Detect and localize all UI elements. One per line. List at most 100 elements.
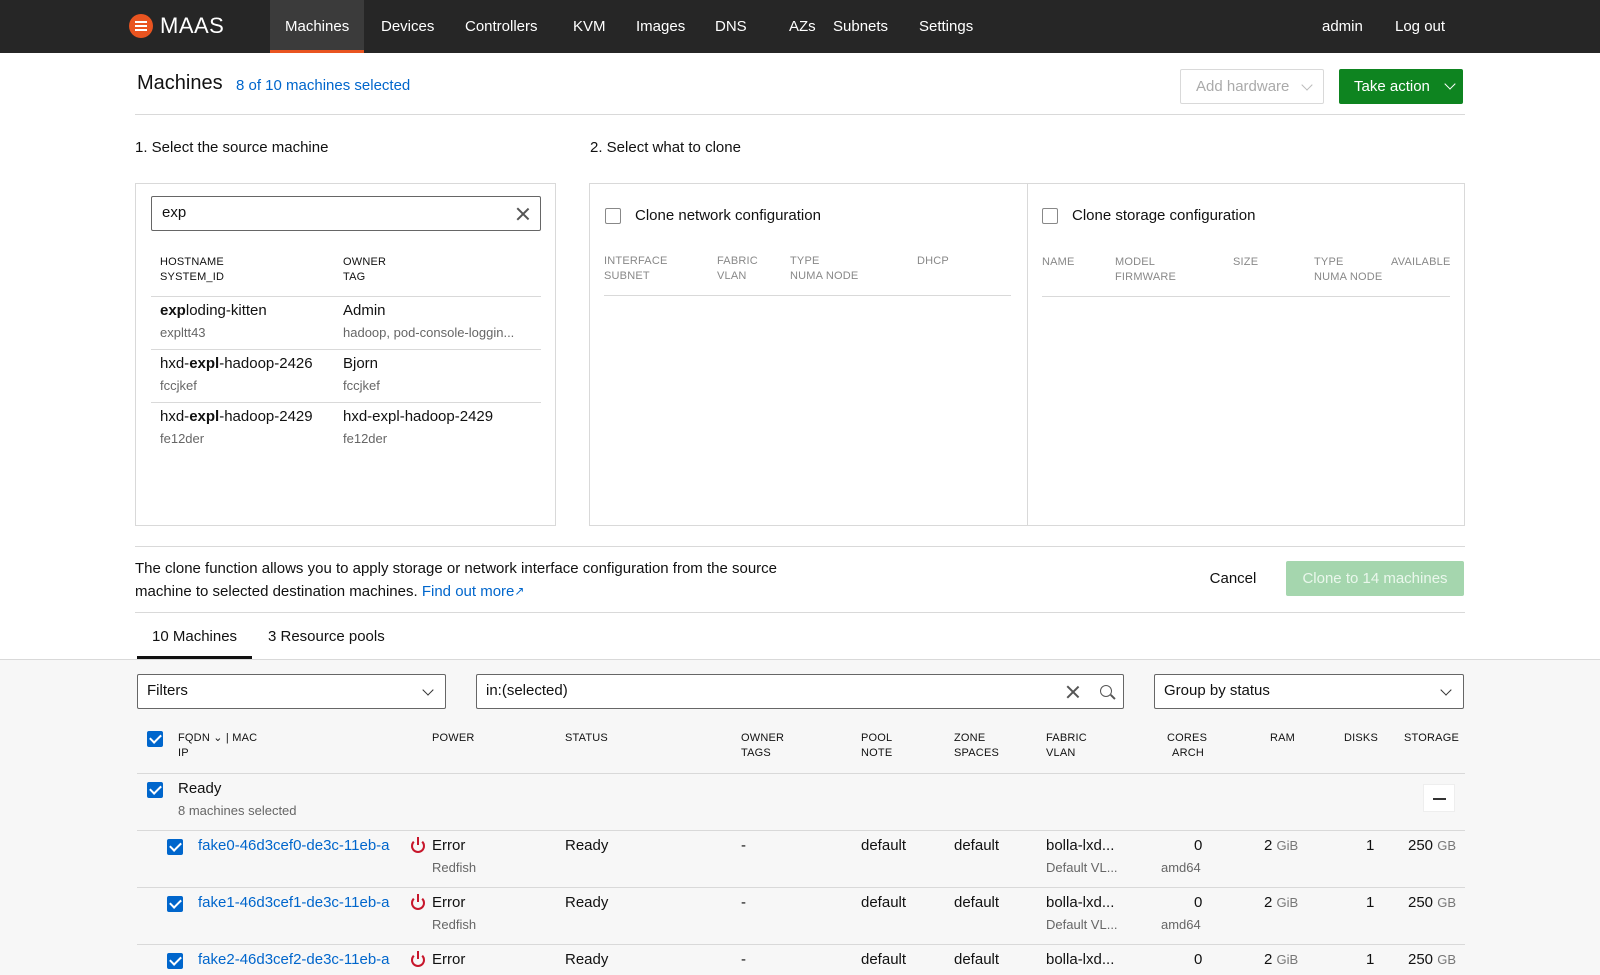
machine-ram: 2 GiB	[1264, 894, 1299, 911]
tab-resource-pools[interactable]: 3 Resource pools	[268, 614, 385, 659]
machine-owner: -	[741, 894, 746, 911]
clone-storage-checkbox[interactable]	[1042, 208, 1058, 224]
clone-network-label[interactable]: Clone network configuration	[635, 207, 821, 224]
maas-logo-icon[interactable]	[129, 14, 153, 38]
group-count: 8 machines selected	[178, 803, 297, 818]
logout-link[interactable]: Log out	[1380, 0, 1460, 53]
machine-disks: 1	[1366, 894, 1375, 911]
machine-status: Ready	[565, 951, 609, 968]
clear-search-icon[interactable]	[1066, 685, 1080, 699]
collapse-group-button[interactable]	[1423, 784, 1455, 812]
step-2-title: 2. Select what to clone	[590, 139, 741, 156]
nav-user[interactable]: admin	[1307, 0, 1378, 53]
header-available: AVAILABLE	[1391, 256, 1451, 268]
source-tag: hadoop, pod-console-loggin...	[343, 325, 515, 340]
header-zone-spaces[interactable]: ZONE SPACES	[954, 731, 999, 761]
chevron-down-icon	[1301, 79, 1313, 91]
power-state: Error	[432, 894, 466, 911]
filters-dropdown[interactable]: Filters	[137, 674, 446, 709]
source-owner: Bjorn	[343, 355, 379, 372]
power-type: Redfish	[432, 917, 477, 932]
header-model: MODEL FIRMWARE	[1115, 256, 1177, 283]
nav-devices[interactable]: Devices	[366, 0, 449, 53]
source-system-id: fe12der	[160, 431, 205, 446]
header-disks[interactable]: DISKS	[1344, 731, 1378, 746]
source-owner: Admin	[343, 302, 386, 319]
machine-search-value: in:(selected)	[486, 682, 568, 699]
take-action-label: Take action	[1354, 78, 1430, 95]
page-title: Machines	[137, 72, 223, 94]
machine-vlan: Default VL...	[1046, 860, 1118, 875]
machine-zone[interactable]: default	[954, 894, 999, 911]
header-fabric-vlan[interactable]: FABRIC VLAN	[1046, 731, 1087, 761]
brand-name[interactable]: MAAS	[160, 13, 224, 39]
machine-fqdn-link[interactable]: fake2-46d3cef2-de3c-11eb-a	[198, 951, 390, 968]
source-system-id: expltt43	[160, 325, 206, 340]
machine-fqdn-link[interactable]: fake0-46d3cef0-de3c-11eb-a	[198, 837, 390, 854]
group-ready-checkbox[interactable]	[147, 782, 163, 798]
header-fabric: FABRIC VLAN	[717, 255, 758, 282]
machine-fqdn-link[interactable]: fake1-46d3cef1-de3c-11eb-a	[198, 894, 390, 911]
nav-settings[interactable]: Settings	[904, 0, 988, 53]
row-checkbox[interactable]	[167, 896, 183, 912]
machine-cores: 0	[1194, 951, 1203, 968]
machine-search-input[interactable]: in:(selected)	[476, 674, 1124, 709]
group-name: Ready	[178, 780, 222, 797]
machine-pool[interactable]: default	[861, 894, 906, 911]
clone-info-text: The clone function allows you to apply s…	[135, 560, 778, 600]
tab-machines[interactable]: 10 Machines	[137, 614, 252, 659]
header-cores-arch[interactable]: CORES ARCH	[1167, 731, 1207, 761]
group-by-label: Group by status	[1164, 682, 1270, 699]
row-checkbox[interactable]	[167, 953, 183, 969]
top-navigation: MAAS Machines Devices Controllers KVM Im…	[0, 0, 1600, 53]
source-search-input[interactable]: exp	[151, 196, 541, 231]
find-out-more-link[interactable]: Find out more	[422, 583, 515, 600]
nav-images[interactable]: Images	[621, 0, 700, 53]
nav-controllers[interactable]: Controllers	[450, 0, 553, 53]
header-status[interactable]: STATUS	[565, 731, 608, 746]
nav-machines[interactable]: Machines	[270, 0, 365, 53]
cancel-button[interactable]: Cancel	[1200, 561, 1266, 596]
source-tag: fccjkef	[343, 378, 380, 393]
chevron-down-icon	[1440, 684, 1452, 696]
machine-arch: amd64	[1161, 917, 1201, 932]
power-icon[interactable]	[411, 951, 425, 967]
source-hostname: hxd-expl-hadoop-2426	[160, 355, 313, 372]
machine-zone[interactable]: default	[954, 951, 999, 968]
clone-network-checkbox[interactable]	[605, 208, 621, 224]
search-icon[interactable]	[1100, 685, 1112, 697]
header-power[interactable]: POWER	[432, 731, 475, 746]
power-icon[interactable]	[411, 837, 425, 853]
external-link-icon: ↗	[514, 584, 525, 598]
header-pool-note[interactable]: POOL NOTE	[861, 731, 892, 761]
power-icon[interactable]	[411, 894, 425, 910]
clone-submit-button[interactable]: Clone to 14 machines	[1286, 561, 1464, 596]
header-owner-tags[interactable]: OWNER TAGS	[741, 731, 784, 761]
header-type: TYPE NUMA NODE	[790, 255, 859, 282]
clone-storage-label[interactable]: Clone storage configuration	[1072, 207, 1255, 224]
machine-pool[interactable]: default	[861, 951, 906, 968]
machine-zone[interactable]: default	[954, 837, 999, 854]
add-hardware-button[interactable]: Add hardware	[1180, 69, 1324, 104]
close-icon[interactable]	[516, 207, 530, 221]
header-hostname: HOSTNAME SYSTEM_ID	[160, 256, 225, 283]
header-size: SIZE	[1233, 256, 1259, 268]
header-ram[interactable]: RAM	[1270, 731, 1295, 746]
select-all-checkbox[interactable]	[147, 731, 163, 747]
take-action-button[interactable]: Take action	[1339, 69, 1463, 104]
nav-kvm[interactable]: KVM	[558, 0, 621, 53]
header-fqdn[interactable]: FQDN ⌄ | MAC IP	[178, 731, 257, 761]
machine-owner: -	[741, 951, 746, 968]
nav-subnets[interactable]: Subnets	[818, 0, 903, 53]
machine-storage: 250 GB	[1408, 951, 1456, 968]
row-checkbox[interactable]	[167, 839, 183, 855]
nav-dns[interactable]: DNS	[700, 0, 762, 53]
power-state: Error	[432, 951, 466, 968]
header-storage[interactable]: STORAGE	[1404, 731, 1459, 746]
machine-pool[interactable]: default	[861, 837, 906, 854]
machine-storage: 250 GB	[1408, 894, 1456, 911]
machine-disks: 1	[1366, 837, 1375, 854]
source-tag: fe12der	[343, 431, 388, 446]
group-by-dropdown[interactable]: Group by status	[1154, 674, 1464, 709]
selected-count[interactable]: 8 of 10 machines selected	[236, 77, 410, 94]
